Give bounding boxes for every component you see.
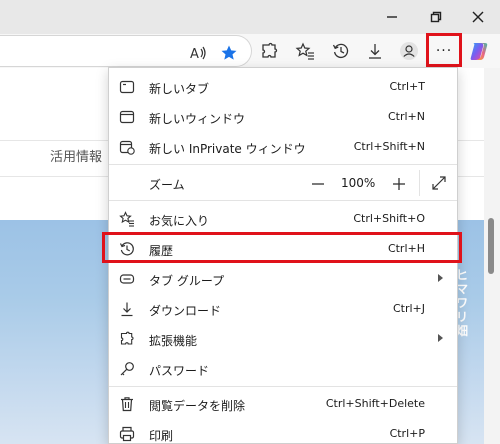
- print-icon: [119, 426, 135, 442]
- minimize-button[interactable]: [372, 0, 412, 34]
- extensions-button[interactable]: [256, 38, 282, 64]
- minimize-icon: [387, 16, 397, 18]
- menu-item-label: 新しい InPrivate ウィンドウ: [149, 142, 306, 156]
- more-button-highlight: [426, 33, 462, 67]
- fullscreen-icon: [432, 176, 446, 190]
- read-aloud-icon: A: [190, 46, 206, 61]
- zoom-separator: [419, 170, 420, 196]
- key-icon: [119, 361, 135, 377]
- browser-toolbar: A ···: [0, 34, 500, 68]
- copilot-button[interactable]: [466, 38, 492, 64]
- menu-item-favorites[interactable]: お気に入り Ctrl+Shift+O: [109, 204, 457, 234]
- favorite-star-icon: [221, 45, 237, 60]
- menu-item-tab-groups[interactable]: タブ グループ: [109, 264, 457, 294]
- menu-item-label: 閲覧データを削除: [149, 399, 246, 413]
- menu-item-label: お気に入り: [149, 214, 210, 228]
- favorites-icon: [119, 211, 135, 227]
- copilot-icon: [470, 43, 488, 60]
- fullscreen-button[interactable]: [429, 173, 449, 193]
- profile-icon: [400, 42, 418, 60]
- downloads-icon: [119, 301, 135, 317]
- downloads-icon: [369, 44, 381, 59]
- menu-item-new-window[interactable]: 新しいウィンドウ Ctrl+N: [109, 102, 457, 132]
- menu-item-shortcut: Ctrl+N: [387, 110, 425, 123]
- new-window-icon: [119, 109, 135, 125]
- menu-item-label: パスワード: [149, 364, 210, 378]
- favorite-button[interactable]: [216, 40, 242, 66]
- submenu-arrow-icon: [438, 334, 443, 342]
- zoom-label: ズーム: [149, 178, 185, 192]
- menu-item-passwords[interactable]: パスワード: [109, 354, 457, 384]
- zoom-value: 100%: [341, 176, 376, 190]
- title-bar: [0, 0, 500, 34]
- menu-separator: [109, 386, 457, 387]
- menu-item-shortcut: Ctrl+Shift+Delete: [325, 397, 425, 410]
- svg-text:A: A: [190, 47, 199, 61]
- favorites-icon: [295, 42, 314, 60]
- menu-separator: [109, 200, 457, 201]
- close-button[interactable]: [458, 0, 498, 34]
- menu-item-label: 印刷: [149, 429, 174, 443]
- downloads-button[interactable]: [362, 38, 388, 64]
- zoom-in-button[interactable]: [389, 174, 409, 194]
- menu-item-downloads[interactable]: ダウンロード Ctrl+J: [109, 294, 457, 324]
- history-icon: [332, 43, 349, 58]
- extensions-icon: [119, 331, 135, 347]
- menu-item-shortcut: Ctrl+T: [389, 80, 425, 93]
- inprivate-window-icon: [119, 139, 135, 155]
- history-item-highlight: [102, 232, 462, 263]
- menu-separator: [109, 164, 457, 165]
- menu-item-clear-browsing-data[interactable]: 閲覧データを削除 Ctrl+Shift+Delete: [109, 389, 457, 419]
- close-icon: [472, 11, 484, 23]
- scrollbar[interactable]: [484, 68, 500, 444]
- read-aloud-button[interactable]: A: [186, 40, 212, 66]
- page-nav-link[interactable]: 活用情報: [50, 146, 102, 165]
- restore-icon: [430, 11, 442, 23]
- zoom-out-button[interactable]: [308, 174, 328, 194]
- menu-item-print[interactable]: 印刷 Ctrl+P: [109, 419, 457, 443]
- address-bar[interactable]: A: [0, 35, 252, 67]
- submenu-arrow-icon: [438, 274, 443, 282]
- new-tab-icon: [119, 79, 135, 95]
- minus-icon: [312, 183, 324, 185]
- menu-item-shortcut: Ctrl+J: [392, 302, 425, 315]
- scrollbar-thumb[interactable]: [488, 218, 494, 274]
- menu-item-shortcut: Ctrl+Shift+O: [353, 212, 425, 225]
- menu-item-shortcut: Ctrl+P: [389, 427, 425, 440]
- restore-button[interactable]: [416, 0, 456, 34]
- extensions-icon: [262, 42, 278, 58]
- menu-item-label: 拡張機能: [149, 334, 198, 348]
- menu-item-label: 新しいタブ: [149, 82, 210, 96]
- menu-item-label: ダウンロード: [149, 304, 222, 318]
- menu-item-label: 新しいウィンドウ: [149, 112, 246, 126]
- trash-icon: [119, 396, 135, 412]
- menu-item-new-inprivate[interactable]: 新しい InPrivate ウィンドウ Ctrl+Shift+N: [109, 132, 457, 162]
- history-button[interactable]: [328, 38, 354, 64]
- tab-groups-icon: [119, 271, 135, 287]
- hero-text: ヒマワリ畑: [456, 268, 469, 338]
- menu-item-shortcut: Ctrl+Shift+N: [353, 140, 425, 153]
- menu-item-label: タブ グループ: [149, 274, 225, 288]
- favorites-button[interactable]: [292, 38, 318, 64]
- profile-button[interactable]: [396, 38, 422, 64]
- menu-item-new-tab[interactable]: 新しいタブ Ctrl+T: [109, 72, 457, 102]
- menu-item-extensions[interactable]: 拡張機能: [109, 324, 457, 354]
- plus-icon: [393, 178, 405, 190]
